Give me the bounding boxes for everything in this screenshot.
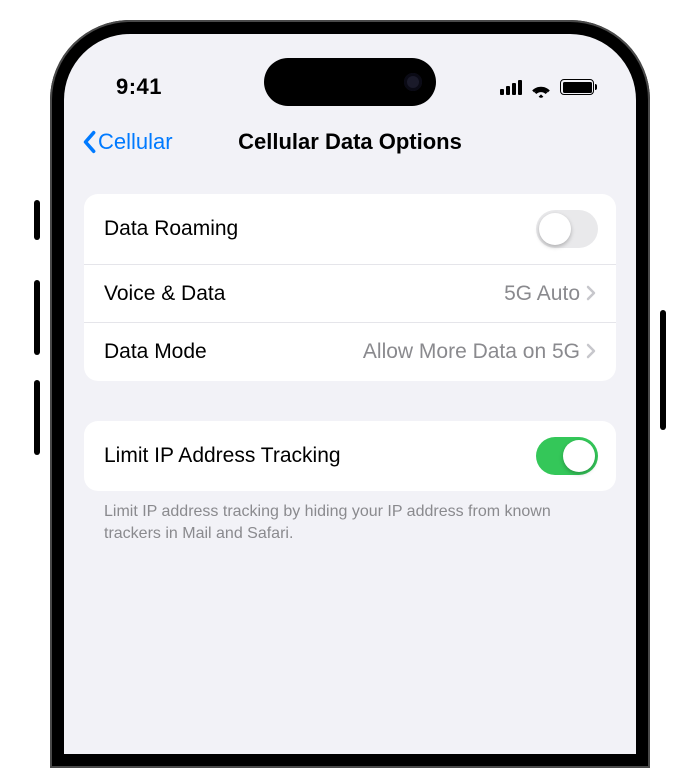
settings-group-main: Data Roaming Voice & Data 5G Auto xyxy=(84,194,616,381)
data-mode-row[interactable]: Data Mode Allow More Data on 5G xyxy=(84,323,616,381)
voice-data-value: 5G Auto xyxy=(504,282,580,306)
back-button-label: Cellular xyxy=(98,129,173,155)
front-camera xyxy=(404,73,422,91)
phone-frame: 9:41 Cel xyxy=(40,20,660,768)
chevron-right-icon xyxy=(586,285,598,303)
chevron-right-icon xyxy=(586,343,598,361)
limit-ip-footer: Limit IP address tracking by hiding your… xyxy=(84,491,616,544)
screen: 9:41 Cel xyxy=(64,34,636,754)
wifi-icon xyxy=(530,79,552,95)
battery-icon xyxy=(560,79,594,95)
side-button-volume-up xyxy=(34,280,40,355)
side-button-silent xyxy=(34,200,40,240)
dynamic-island xyxy=(264,58,436,106)
side-button-volume-down xyxy=(34,380,40,455)
navigation-bar: Cellular Cellular Data Options xyxy=(64,110,636,170)
back-button[interactable]: Cellular xyxy=(74,128,173,156)
voice-data-row[interactable]: Voice & Data 5G Auto xyxy=(84,265,616,323)
data-mode-value: Allow More Data on 5G xyxy=(363,340,580,364)
status-time: 9:41 xyxy=(116,74,162,100)
limit-ip-row[interactable]: Limit IP Address Tracking xyxy=(84,421,616,491)
data-roaming-label: Data Roaming xyxy=(104,217,238,241)
limit-ip-label: Limit IP Address Tracking xyxy=(104,444,341,468)
cellular-signal-icon xyxy=(500,79,522,95)
data-roaming-row[interactable]: Data Roaming xyxy=(84,194,616,265)
voice-data-label: Voice & Data xyxy=(104,282,225,306)
data-mode-label: Data Mode xyxy=(104,340,207,364)
data-roaming-toggle[interactable] xyxy=(536,210,598,248)
chevron-left-icon xyxy=(80,128,98,156)
side-button-power xyxy=(660,310,666,430)
limit-ip-toggle[interactable] xyxy=(536,437,598,475)
settings-group-privacy: Limit IP Address Tracking xyxy=(84,421,616,491)
